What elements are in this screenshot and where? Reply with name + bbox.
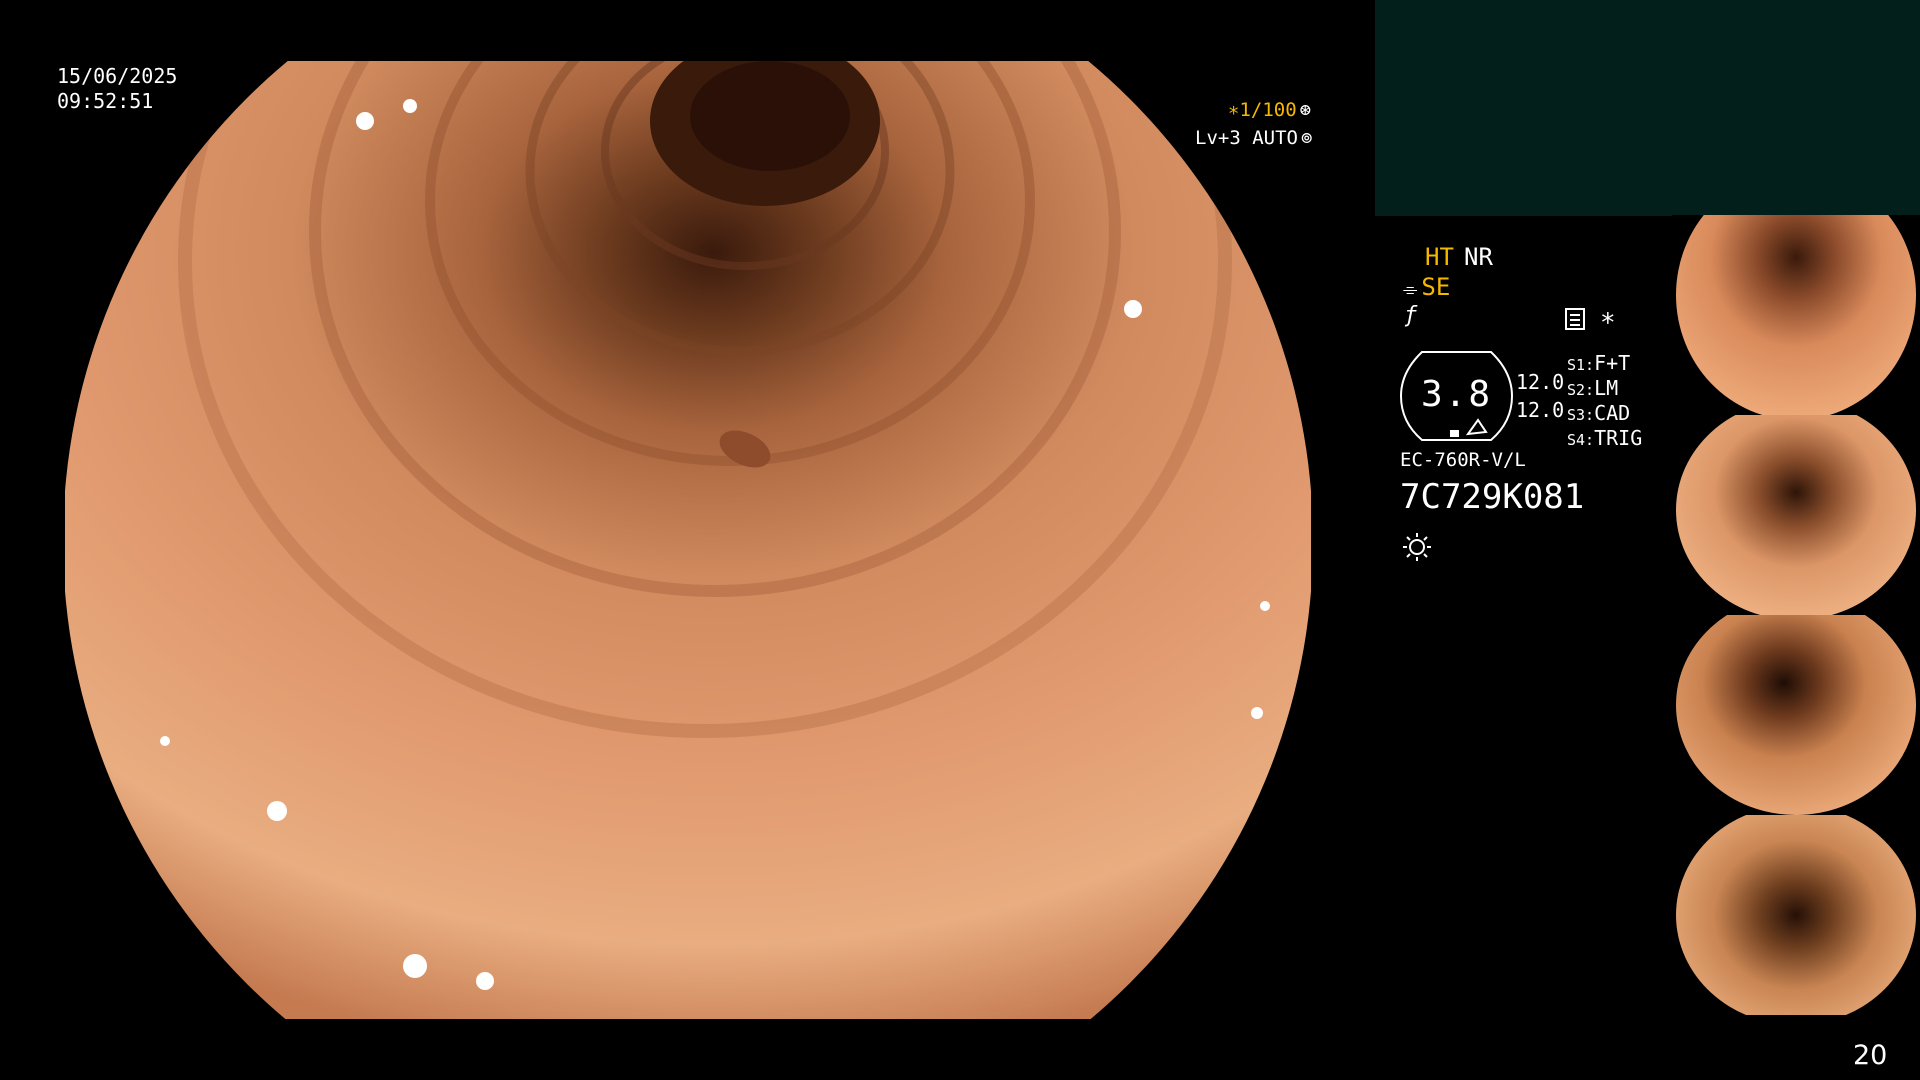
main-endoscope-view [65, 61, 1311, 1019]
capture-thumbnail-2[interactable] [1672, 415, 1920, 615]
memo-icon [1565, 308, 1585, 330]
iris-icon: ⊚ [1300, 127, 1313, 149]
se-text: SE [1421, 273, 1451, 301]
level-text: Lv+3 AUTO [1195, 127, 1298, 149]
value-1: 12.0 [1516, 370, 1565, 394]
scope-serial: 7C729K081 [1400, 477, 1585, 517]
switch-slot-1: S1:F+T [1567, 351, 1631, 375]
info-panel [1375, 0, 1920, 216]
nr-indicator: NR [1464, 243, 1493, 271]
ht-indicator: HT [1425, 243, 1454, 271]
capture-thumbnail-1[interactable] [1672, 215, 1920, 415]
value-2: 12.0 [1516, 398, 1565, 422]
aperture-icon: ⊛ [1299, 99, 1312, 121]
switch-slot-3: S3:CAD [1567, 401, 1631, 425]
capture-thumbnail-3[interactable] [1672, 615, 1920, 815]
se-indicator: ⌯ SE [1403, 273, 1450, 301]
shutter-text: ∗1/100 [1228, 99, 1297, 121]
time-text: 09:52:51 [57, 89, 154, 113]
light-icon [1403, 533, 1431, 561]
switch-slot-4: S4:TRIG [1567, 426, 1643, 450]
function-icon: ƒ [1404, 303, 1418, 328]
switch-slot-2: S2:LM [1567, 376, 1619, 400]
scope-model: EC-760R-V/L [1400, 449, 1526, 471]
shutter-indicator: ∗1/100 ⊛ [1228, 99, 1311, 121]
date-time-display: 15/06/2025 09:52:51 [57, 64, 177, 114]
page-number: 20 [1853, 1040, 1888, 1071]
date-text: 15/06/2025 [57, 64, 178, 88]
gauge-value: 3.8 [1420, 374, 1493, 415]
structure-enhance-icon: ⌯ [1403, 279, 1418, 300]
brightness-level-indicator: Lv+3 AUTO ⊚ [1195, 127, 1312, 149]
asterisk-indicator: ∗ [1600, 303, 1616, 333]
capture-thumbnail-4[interactable] [1672, 815, 1920, 1015]
